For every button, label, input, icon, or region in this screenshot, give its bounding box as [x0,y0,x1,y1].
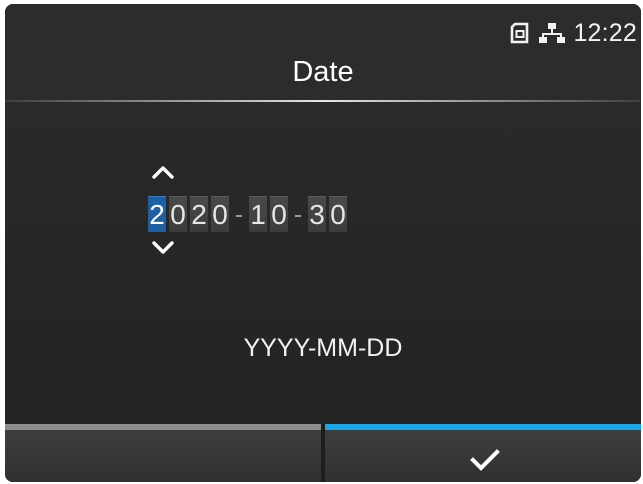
date-digit-field: 2 0 2 0 - 1 0 - 3 0 [148,196,350,232]
year-digit-3[interactable]: 2 [190,196,208,232]
year-digit-1[interactable]: 2 [148,196,166,232]
date-editor: 2 0 2 0 - 1 0 - 3 0 YYYY-MM-DD [5,102,641,424]
clock: 12:22 [573,18,637,47]
date-separator: - [234,199,244,229]
page-title: Date [292,56,354,88]
date-format-hint: YYYY-MM-DD [243,334,403,362]
confirm-softkey-button[interactable] [325,424,641,482]
day-digit-2[interactable]: 0 [329,196,347,232]
device-screen: 12:22 Date 2 0 2 0 - 1 0 - 3 0 YYYY-MM-D… [5,4,641,482]
month-digit-1[interactable]: 1 [249,196,267,232]
decrement-chevron-down-icon[interactable] [150,238,176,258]
year-digit-4[interactable]: 0 [211,196,229,232]
sd-card-icon [509,22,531,44]
check-icon [470,449,500,471]
network-icon [539,22,566,44]
date-separator: - [293,199,303,229]
year-digit-2[interactable]: 0 [169,196,187,232]
day-digit-1[interactable]: 3 [308,196,326,232]
status-bar: 12:22 [509,18,637,48]
cancel-softkey-button[interactable] [5,424,321,482]
month-digit-2[interactable]: 0 [270,196,288,232]
header: 12:22 Date [5,4,641,104]
increment-chevron-up-icon[interactable] [150,162,176,182]
softkey-bar [5,424,641,482]
